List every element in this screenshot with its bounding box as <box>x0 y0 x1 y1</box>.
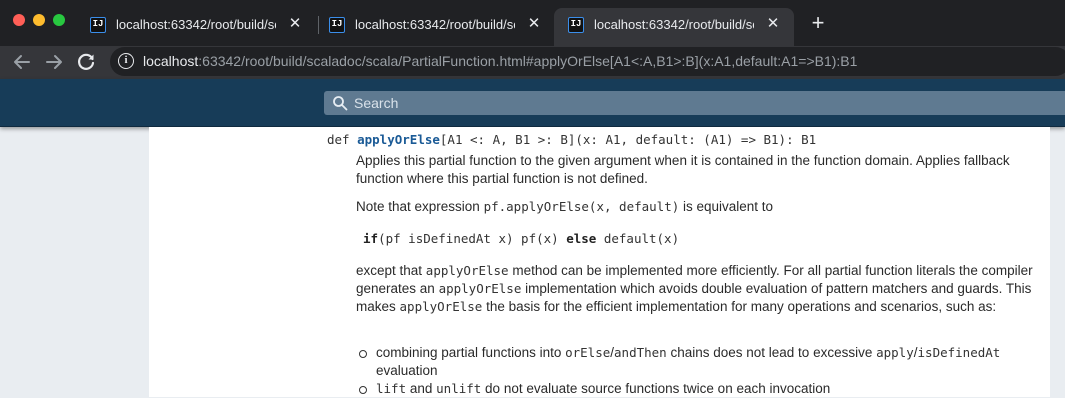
url-path: :63342/root/build/scaladoc/scala/Partial… <box>198 53 858 69</box>
tab-title: localhost:63342/root/build/scaladoc/scal… <box>116 17 276 32</box>
description-paragraph-1: Applies this partial function to the giv… <box>356 153 1010 186</box>
close-window-button[interactable] <box>13 14 25 26</box>
forward-button[interactable] <box>42 50 66 74</box>
url-text: localhost:63342/root/build/scaladoc/scal… <box>143 53 857 69</box>
code-text: (pf isDefinedAt x) pf(x) <box>378 231 567 246</box>
member-name[interactable]: applyOrElse <box>357 132 440 147</box>
text: Note that expression <box>356 199 484 214</box>
list-item: lift and unlift do not evaluate source f… <box>356 380 1036 398</box>
search-icon <box>333 96 348 111</box>
text: evaluation <box>376 363 438 378</box>
back-button[interactable] <box>10 50 34 74</box>
inline-code: apply <box>876 345 914 360</box>
inline-code: pf.applyOrElse(x, default) <box>483 199 680 214</box>
search-input[interactable]: Search <box>324 91 1065 115</box>
inline-code: isDefinedAt <box>917 345 1001 360</box>
inline-code: unlift <box>436 381 482 396</box>
member-signature: def applyOrElse[A1 <: A, B1 >: B](x: A1,… <box>327 132 816 147</box>
minimize-window-button[interactable] <box>33 14 45 26</box>
browser-tab-1[interactable]: IJ localhost:63342/root/build/scaladoc/s… <box>76 8 316 42</box>
site-info-icon[interactable]: i <box>118 53 134 69</box>
reload-button[interactable] <box>74 50 98 74</box>
inline-code: applyOrElse <box>399 299 483 314</box>
text: the basis for the efficient implementati… <box>482 299 997 314</box>
description-paragraph-2: Note that expression pf.applyOrElse(x, d… <box>356 198 1036 216</box>
intellij-favicon-icon: IJ <box>329 17 345 33</box>
text: combining partial functions into <box>376 345 566 360</box>
zoom-window-button[interactable] <box>53 14 65 26</box>
list-item: combining partial functions into orElse/… <box>356 344 1036 380</box>
tab-title: localhost:63342/root/build/scaladoc/scal… <box>594 17 754 32</box>
text: is equivalent to <box>679 199 774 214</box>
reload-icon <box>78 53 95 70</box>
browser-tab-2[interactable]: IJ localhost:63342/root/build/scaladoc/s… <box>315 8 555 42</box>
tab-title: localhost:63342/root/build/scaladoc/scal… <box>355 17 515 32</box>
text: do not evaluate source functions twice o… <box>481 381 831 396</box>
description-paragraph-3: except that applyOrElse method can be im… <box>356 262 1036 316</box>
code-text: default(x) <box>596 231 680 246</box>
member-signature-params: [A1 <: A, B1 >: B](x: A1, default: (A1) … <box>439 132 817 147</box>
new-tab-button[interactable]: + <box>807 12 829 34</box>
close-tab-icon[interactable]: ✕ <box>764 15 782 33</box>
member-content: def applyOrElse[A1 <: A, B1 >: B](x: A1,… <box>149 127 1050 397</box>
inline-code: applyOrElse <box>425 263 509 278</box>
text: except that <box>356 263 426 278</box>
code-keyword: else <box>566 231 597 246</box>
def-keyword: def <box>327 132 350 147</box>
code-example: if(pf isDefinedAt x) pf(x) else default(… <box>363 231 679 246</box>
tab-strip: IJ localhost:63342/root/build/scaladoc/s… <box>0 0 1065 46</box>
browser-toolbar: i localhost:63342/root/build/scaladoc/sc… <box>0 46 1065 79</box>
bullet-list: combining partial functions into orElse/… <box>356 344 1036 398</box>
close-tab-icon[interactable]: ✕ <box>286 15 304 33</box>
inline-code: orElse <box>565 345 611 360</box>
close-tab-icon[interactable]: ✕ <box>525 15 543 33</box>
arrow-right-icon <box>46 55 62 69</box>
url-host: localhost <box>143 53 199 69</box>
text: chains does not lead to excessive <box>666 345 877 360</box>
intellij-favicon-icon: IJ <box>568 17 584 33</box>
browser-tab-3-active[interactable]: IJ localhost:63342/root/build/scaladoc/s… <box>554 8 794 46</box>
inline-code: lift <box>376 381 407 396</box>
code-keyword: if <box>363 231 379 246</box>
text: and <box>406 381 437 396</box>
search-placeholder: Search <box>354 95 399 111</box>
scaladoc-header: Search <box>0 79 1065 127</box>
intellij-favicon-icon: IJ <box>90 17 106 33</box>
arrow-left-icon <box>14 55 30 69</box>
inline-code: applyOrElse <box>438 281 522 296</box>
address-bar[interactable]: i localhost:63342/root/build/scaladoc/sc… <box>110 47 1065 76</box>
inline-code: andThen <box>614 345 667 360</box>
